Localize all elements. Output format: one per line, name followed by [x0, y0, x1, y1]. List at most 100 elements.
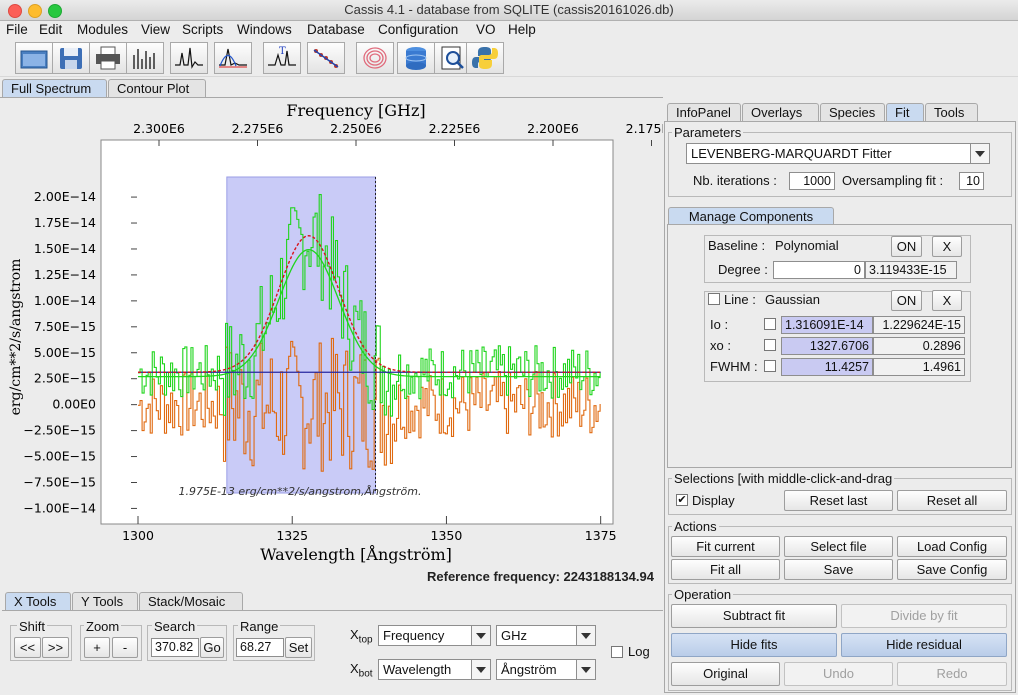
top-tick-label: 2.300E6: [133, 121, 185, 136]
select-file-button[interactable]: Select file: [784, 536, 893, 557]
menu-help[interactable]: Help: [508, 22, 536, 37]
tab-x-tools[interactable]: X Tools: [5, 592, 71, 610]
xbot-unit-select[interactable]: Ångström: [496, 659, 596, 680]
degree-input[interactable]: 0: [773, 261, 865, 279]
chevron-down-icon[interactable]: [471, 626, 490, 645]
fitter-select[interactable]: LEVENBERG-MARQUARDT Fitter: [686, 143, 990, 164]
y-tick-label: −5.00E−15: [23, 449, 96, 464]
io-fixed-checkbox[interactable]: [764, 318, 776, 330]
y-tick-label: −2.50E−15: [23, 423, 96, 438]
tab-species[interactable]: Species: [820, 103, 885, 121]
tab-tools[interactable]: Tools: [925, 103, 978, 121]
spectrum-chart[interactable]: 2.00E−14 1.75E−14 1.50E−14 1.25E−14 1.00E−14…: [0, 97, 663, 590]
search-label: Search: [152, 619, 198, 634]
zoom-out-button[interactable]: -: [112, 637, 138, 658]
tab-fit[interactable]: Fit: [886, 103, 924, 121]
shift-left-button[interactable]: <<: [14, 637, 41, 658]
baseline-remove-button[interactable]: X: [932, 236, 962, 257]
menu-scripts[interactable]: Scripts: [182, 22, 223, 37]
undo-button[interactable]: Undo: [784, 662, 893, 686]
xtop-axis-select[interactable]: Frequency: [378, 625, 491, 646]
save-button[interactable]: Save: [784, 559, 893, 580]
xtop-label: Xtop: [350, 627, 373, 646]
chevron-down-icon[interactable]: [471, 660, 490, 679]
fit-all-button[interactable]: Fit all: [671, 559, 780, 580]
subtract-fit-button[interactable]: Subtract fit: [671, 604, 837, 628]
spectrum-peaks-icon[interactable]: [170, 42, 208, 74]
save-config-button[interactable]: Save Config: [897, 559, 1007, 580]
menu-view[interactable]: View: [141, 22, 170, 37]
set-range-button[interactable]: Set: [285, 637, 312, 658]
y-axis-label: erg/cm**2/s/angstrom: [8, 259, 24, 416]
iterations-input[interactable]: 1000: [789, 172, 835, 190]
reset-last-button[interactable]: Reset last: [784, 490, 893, 511]
chevron-down-icon[interactable]: [970, 144, 989, 163]
zoom-label: Zoom: [84, 619, 122, 634]
log-checkbox[interactable]: [611, 646, 623, 658]
chevron-down-icon[interactable]: [576, 660, 595, 679]
shift-label: Shift: [17, 619, 48, 634]
range-label: Range: [238, 619, 281, 634]
tab-manage-components[interactable]: Manage Components: [668, 207, 834, 225]
tab-infopanel[interactable]: InfoPanel: [667, 103, 741, 121]
tab-stack-mosaic[interactable]: Stack/Mosaic: [139, 592, 243, 610]
line-remove-button[interactable]: X: [932, 290, 962, 311]
load-config-button[interactable]: Load Config: [897, 536, 1007, 557]
menu-edit[interactable]: Edit: [39, 22, 62, 37]
redo-button[interactable]: Redo: [897, 662, 1007, 686]
spectrum-lines-icon[interactable]: [126, 42, 164, 74]
tab-contour-plot[interactable]: Contour Plot: [108, 79, 206, 97]
save-icon[interactable]: [52, 42, 90, 74]
baseline-type: Polynomial: [775, 238, 839, 253]
xo-input[interactable]: 1327.6706: [781, 337, 873, 355]
original-button[interactable]: Original: [671, 662, 780, 686]
fit-current-button[interactable]: Fit current: [671, 536, 780, 557]
hide-fits-button[interactable]: Hide fits: [671, 633, 837, 657]
fwhm-input[interactable]: 11.4257: [781, 358, 873, 376]
range-input[interactable]: 68.27: [236, 638, 284, 657]
spectrum-marker-icon[interactable]: T: [263, 42, 301, 74]
minimize-window-button[interactable]: [28, 4, 42, 18]
reset-all-button[interactable]: Reset all: [897, 490, 1007, 511]
chevron-down-icon[interactable]: [576, 626, 595, 645]
print-icon[interactable]: [89, 42, 127, 74]
reference-frequency: Reference frequency: 2243188134.94: [427, 569, 654, 584]
top-tick-label: 2.250E6: [330, 121, 382, 136]
zoom-window-button[interactable]: [48, 4, 62, 18]
oversampling-input[interactable]: 10: [959, 172, 984, 190]
tab-full-spectrum[interactable]: Full Spectrum: [2, 79, 107, 97]
tab-overlays[interactable]: Overlays: [742, 103, 819, 121]
go-button[interactable]: Go: [200, 637, 224, 658]
close-window-button[interactable]: [8, 4, 22, 18]
spectrum-fit-icon[interactable]: [214, 42, 252, 74]
database-icon[interactable]: [397, 42, 435, 74]
tab-y-tools[interactable]: Y Tools: [72, 592, 138, 610]
display-checkbox[interactable]: ✔: [676, 494, 688, 506]
menu-database[interactable]: Database: [307, 22, 365, 37]
xtop-unit-select[interactable]: GHz: [496, 625, 596, 646]
menu-windows[interactable]: Windows: [237, 22, 292, 37]
line-select-checkbox[interactable]: [708, 293, 720, 305]
menu-vo[interactable]: VO: [476, 22, 496, 37]
window-title: Cassis 4.1 - database from SQLITE (cassi…: [344, 2, 674, 17]
rotational-diagram-icon[interactable]: [356, 42, 394, 74]
zoom-in-button[interactable]: +: [84, 637, 110, 658]
hide-residual-button[interactable]: Hide residual: [841, 633, 1007, 657]
python-icon[interactable]: [466, 42, 504, 74]
shift-right-button[interactable]: >>: [42, 637, 69, 658]
baseline-on-button[interactable]: ON: [891, 236, 922, 257]
menu-configuration[interactable]: Configuration: [378, 22, 458, 37]
io-input[interactable]: 1.316091E-14: [781, 316, 873, 334]
io-label: Io :: [710, 317, 729, 332]
open-folder-icon[interactable]: [15, 42, 53, 74]
line-on-button[interactable]: ON: [891, 290, 922, 311]
fwhm-fixed-checkbox[interactable]: [764, 360, 776, 372]
divide-by-fit-button[interactable]: Divide by fit: [841, 604, 1007, 628]
line-type: Gaussian: [765, 292, 820, 307]
menu-file[interactable]: File: [6, 22, 28, 37]
menu-modules[interactable]: Modules: [77, 22, 128, 37]
xbot-axis-select[interactable]: Wavelength: [378, 659, 491, 680]
search-input[interactable]: 370.82: [151, 638, 199, 657]
line-analysis-icon[interactable]: [307, 42, 345, 74]
xo-fixed-checkbox[interactable]: [764, 339, 776, 351]
